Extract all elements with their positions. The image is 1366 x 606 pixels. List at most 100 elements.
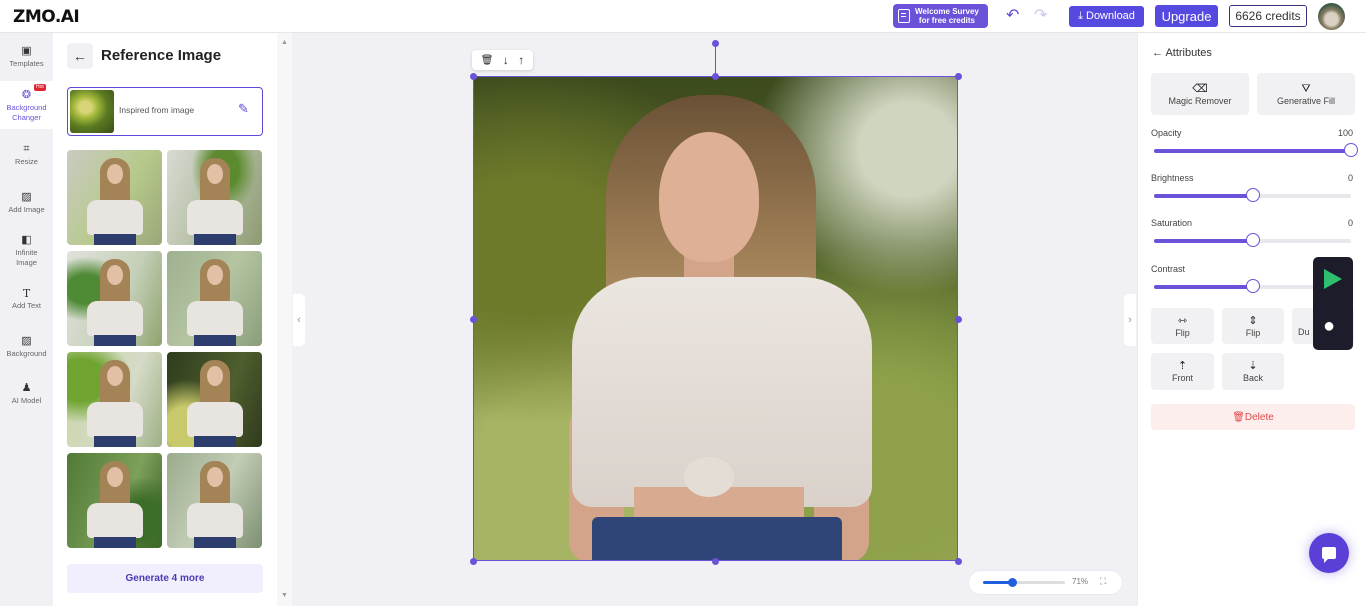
credits-badge[interactable]: 6626 credits: [1229, 5, 1307, 27]
google-play-icon[interactable]: [1324, 269, 1342, 289]
reference-thumbnail: [70, 90, 114, 133]
welcome-survey-button[interactable]: Welcome Survey for free credits: [893, 4, 988, 28]
chat-button[interactable]: [1309, 533, 1349, 573]
redo-icon[interactable]: ↷: [1034, 7, 1047, 25]
flip-horizontal-button[interactable]: ⇿ Flip: [1151, 308, 1214, 344]
nav-item-add-text[interactable]: T Add Text: [0, 287, 53, 311]
slider-knob[interactable]: [1344, 143, 1358, 157]
crop-icon: ⌗: [23, 143, 30, 155]
slider-label: Opacity: [1151, 128, 1182, 138]
generative-fill-label: Generative Fill: [1276, 95, 1336, 106]
rotate-handle[interactable]: [712, 40, 719, 47]
result-thumbnail[interactable]: [67, 150, 162, 245]
chat-icon: [1322, 547, 1336, 563]
send-back-button[interactable]: ⇣ Back: [1222, 353, 1284, 390]
slider-label: Brightness: [1151, 173, 1194, 183]
saturation-slider[interactable]: [1154, 233, 1351, 247]
magic-remover-button[interactable]: ⌫ Magic Remover: [1151, 73, 1249, 115]
undo-icon[interactable]: ↶: [1006, 7, 1019, 25]
back-label: Back: [1242, 373, 1263, 383]
download-button[interactable]: ⤓ Download: [1069, 6, 1144, 27]
chevron-right-icon: ›: [1128, 314, 1132, 326]
result-thumbnail[interactable]: [167, 352, 262, 447]
selected-image[interactable]: [473, 76, 958, 561]
back-button[interactable]: ←: [67, 43, 93, 69]
resize-handle-br[interactable]: [955, 558, 962, 565]
reference-card[interactable]: Inspired from image ✎: [67, 87, 263, 136]
logo[interactable]: ZMO.AI: [13, 7, 80, 27]
nav-item-background-changer[interactable]: ❂ Hot Background Changer: [0, 81, 53, 129]
infinite-image-icon: ◧: [21, 234, 32, 246]
resize-handle-r[interactable]: [955, 316, 962, 323]
zoom-slider[interactable]: [983, 578, 1065, 587]
attributes-header[interactable]: ← Attributes: [1152, 47, 1212, 59]
hot-badge: Hot: [34, 84, 46, 91]
generate-more-button[interactable]: Generate 4 more: [67, 564, 263, 593]
scroll-up-icon[interactable]: ▲: [281, 39, 288, 46]
result-thumbnail[interactable]: [167, 251, 262, 346]
result-thumbnail[interactable]: [167, 150, 262, 245]
resize-handle-tr[interactable]: [955, 73, 962, 80]
resize-handle-tl[interactable]: [470, 73, 477, 80]
nav-label: Infinite Image: [15, 248, 38, 267]
resize-handle-t[interactable]: [712, 73, 719, 80]
avatar[interactable]: [1318, 3, 1345, 30]
rotate-line: [715, 44, 716, 76]
nav-label: Resize: [15, 157, 38, 166]
slider-knob[interactable]: [1245, 188, 1260, 202]
flip-vertical-icon: ⇕: [1248, 314, 1258, 327]
left-nav: ▣ Templates ❂ Hot Background Changer ⌗ R…: [0, 33, 53, 606]
nav-item-add-image[interactable]: ▨ Add Image: [0, 191, 53, 215]
nav-item-infinite-image[interactable]: ◧ Infinite Image: [0, 234, 53, 268]
result-thumbnail[interactable]: [167, 453, 262, 548]
reference-panel: ← Reference Image Inspired from image ✎ …: [53, 33, 277, 606]
slider-knob[interactable]: [1245, 233, 1260, 247]
opacity-slider[interactable]: [1154, 143, 1358, 157]
nav-item-background[interactable]: ▨ Background: [0, 335, 53, 359]
delete-button[interactable]: 🗑Delete: [1151, 404, 1355, 430]
chevron-left-icon: ‹: [297, 314, 301, 326]
scroll-down-icon[interactable]: ▼: [281, 592, 288, 599]
image-icon: ▨: [21, 191, 32, 203]
resize-handle-b[interactable]: [712, 558, 719, 565]
generative-fill-button[interactable]: ⛛ Generative Fill: [1257, 73, 1355, 115]
collapse-left-button[interactable]: ‹: [293, 294, 305, 346]
result-thumbnail[interactable]: [67, 251, 162, 346]
nav-item-templates[interactable]: ▣ Templates: [0, 45, 53, 69]
person-icon: ♟: [21, 382, 32, 394]
bring-front-icon: ⇡: [1177, 360, 1188, 372]
eraser-icon: ⌫: [1192, 82, 1208, 95]
apple-icon[interactable]: ●: [1323, 315, 1335, 337]
fit-screen-icon[interactable]: ⛶: [1100, 576, 1106, 587]
flip-label: Flip: [1175, 327, 1190, 338]
flip-vertical-button[interactable]: ⇕ Flip: [1222, 308, 1284, 344]
brightness-slider[interactable]: [1154, 188, 1351, 202]
resize-handle-bl[interactable]: [470, 558, 477, 565]
slider-value: 0: [1347, 218, 1353, 228]
bring-front-button[interactable]: ⇡ Front: [1151, 353, 1214, 390]
resize-handle-l[interactable]: [470, 316, 477, 323]
slider-knob[interactable]: [1245, 279, 1260, 293]
arrow-up-icon[interactable]: ↑: [518, 53, 524, 67]
zoom-slider-knob[interactable]: [1007, 578, 1017, 587]
result-thumbnail[interactable]: [67, 352, 162, 447]
nav-label: AI Model: [11, 396, 42, 405]
nav-label: Add Text: [11, 301, 42, 310]
nav-label: Background Changer: [6, 103, 47, 122]
paint-bucket-icon: ⛛: [1301, 82, 1311, 95]
trash-icon[interactable]: 🗑: [481, 55, 494, 66]
slider-value: 100: [1337, 128, 1353, 138]
background-icon: ▨: [21, 335, 32, 347]
nav-item-resize[interactable]: ⌗ Resize: [0, 143, 53, 167]
zoom-control: 71% ⛶: [969, 571, 1122, 594]
top-bar: ZMO.AI Welcome Survey for free credits ↶ …: [0, 0, 1366, 33]
result-thumbnail[interactable]: [67, 453, 162, 548]
collapse-right-button[interactable]: ›: [1124, 294, 1136, 346]
edit-icon[interactable]: ✎: [238, 101, 249, 117]
arrow-left-icon: ←: [73, 48, 87, 64]
zoom-value: 71%: [1072, 577, 1089, 586]
arrow-down-icon[interactable]: ↓: [503, 53, 509, 67]
upgrade-button[interactable]: Upgrade: [1155, 5, 1218, 27]
panel-scrollbar[interactable]: ▲ ▼: [277, 33, 292, 606]
nav-item-ai-model[interactable]: ♟ AI Model: [0, 382, 53, 406]
